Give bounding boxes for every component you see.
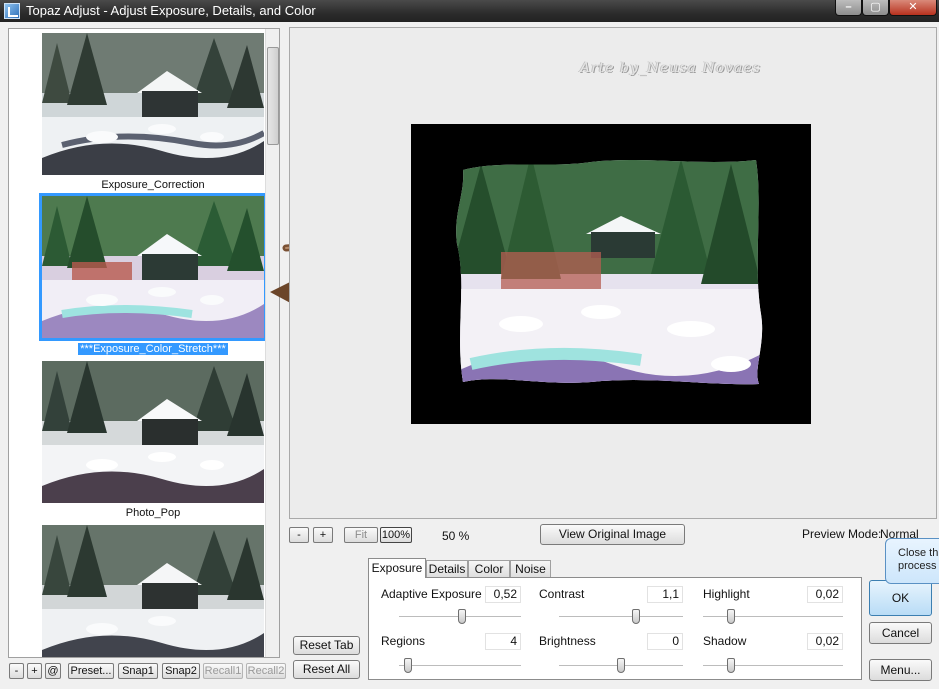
reset-tab-button[interactable]: Reset Tab xyxy=(293,636,360,655)
fit-button[interactable]: Fit xyxy=(344,527,378,543)
exposure-panel: Adaptive Exposure 0,52 Contrast 1,1 High… xyxy=(368,577,862,680)
slider-thumb[interactable] xyxy=(727,658,735,673)
remove-preset-button[interactable]: - xyxy=(9,663,24,679)
preview-photo xyxy=(411,124,811,424)
preset-label-text: Photo_Pop xyxy=(125,507,181,519)
snap1-button[interactable]: Snap1 xyxy=(118,663,158,679)
preset-label-text: Exposure_Correction xyxy=(101,179,205,191)
shadow-slider[interactable] xyxy=(703,658,843,673)
tab-exposure[interactable]: Exposure xyxy=(368,558,426,578)
adaptive-exposure-label: Adaptive Exposure xyxy=(381,587,482,601)
watermark-text: Arte by_Neusa Novaes xyxy=(580,60,761,76)
preset-label[interactable]: Exposure_Correction xyxy=(42,179,264,191)
tab-details[interactable]: Details xyxy=(426,560,468,578)
shadow-value[interactable]: 0,02 xyxy=(807,633,843,650)
contrast-value[interactable]: 1,1 xyxy=(647,586,683,603)
cancel-button[interactable]: Cancel xyxy=(869,622,932,644)
preset-thumbnail[interactable] xyxy=(42,361,264,503)
contrast-slider[interactable] xyxy=(559,609,683,624)
preview-image[interactable] xyxy=(411,124,811,424)
highlight-slider[interactable] xyxy=(703,609,843,624)
preset-thumbnail[interactable] xyxy=(42,33,264,175)
title-bar: Topaz Adjust - Adjust Exposure, Details,… xyxy=(0,0,939,22)
regions-slider[interactable] xyxy=(399,658,521,673)
brightness-value[interactable]: 0 xyxy=(647,633,683,650)
slider-track xyxy=(703,665,843,667)
preset-thumbnail-selected[interactable] xyxy=(39,193,267,341)
regions-value[interactable]: 4 xyxy=(485,633,521,650)
recall1-button[interactable]: Recall1 xyxy=(203,663,243,679)
ok-button[interactable]: OK xyxy=(869,580,932,616)
slider-thumb[interactable] xyxy=(617,658,625,673)
preset-button[interactable]: Preset... xyxy=(68,663,114,679)
at-button[interactable]: @ xyxy=(45,663,61,679)
view-original-button[interactable]: View Original Image xyxy=(540,524,685,545)
highlight-label: Highlight xyxy=(703,587,750,601)
ok-tooltip: Close th process xyxy=(885,538,939,584)
zoom-out-button[interactable]: - xyxy=(289,527,309,543)
preview-mode-label: Preview Mode: xyxy=(802,527,882,541)
slider-track xyxy=(703,616,843,618)
preset-scrollbar[interactable] xyxy=(265,29,279,657)
shadow-label: Shadow xyxy=(703,634,747,648)
highlight-value[interactable]: 0,02 xyxy=(807,586,843,603)
brightness-slider[interactable] xyxy=(559,658,683,673)
app-icon xyxy=(4,3,20,19)
zoom-in-button[interactable]: + xyxy=(313,527,333,543)
tooltip-line: process xyxy=(898,560,937,572)
preset-image xyxy=(42,196,264,338)
preset-image xyxy=(42,525,264,657)
close-button[interactable]: ✕ xyxy=(889,0,937,16)
slider-track xyxy=(559,616,683,618)
tooltip-line: Close th xyxy=(898,547,939,559)
zoom-level: 50 % xyxy=(442,529,470,543)
tab-noise[interactable]: Noise xyxy=(510,560,551,578)
reset-all-button[interactable]: Reset All xyxy=(293,660,360,679)
adaptive-exposure-slider[interactable] xyxy=(399,609,521,624)
slider-track xyxy=(399,665,521,667)
slider-thumb[interactable] xyxy=(458,609,467,624)
preset-label-text: ***Exposure_Color_Stretch*** xyxy=(78,343,228,355)
add-preset-button[interactable]: + xyxy=(27,663,42,679)
minimize-button[interactable]: – xyxy=(835,0,862,16)
snap2-button[interactable]: Snap2 xyxy=(162,663,200,679)
preset-label[interactable]: Photo_Pop xyxy=(42,507,264,519)
contrast-label: Contrast xyxy=(539,587,585,601)
preset-image xyxy=(42,33,264,175)
preset-label-selected[interactable]: ***Exposure_Color_Stretch*** xyxy=(42,343,264,355)
preset-image xyxy=(42,361,264,503)
recall2-button[interactable]: Recall2 xyxy=(246,663,286,679)
tab-color[interactable]: Color xyxy=(468,560,510,578)
menu-button[interactable]: Menu... xyxy=(869,659,932,681)
regions-label: Regions xyxy=(381,634,426,648)
maximize-button[interactable]: ▢ xyxy=(862,0,889,16)
slider-thumb[interactable] xyxy=(403,658,412,673)
zoom-100-button[interactable]: 100% xyxy=(380,527,412,543)
brightness-label: Brightness xyxy=(539,634,596,648)
window-title: Topaz Adjust - Adjust Exposure, Details,… xyxy=(26,3,316,18)
preset-list[interactable]: Exposure_Correction ***Exposure_Color_St… xyxy=(8,28,280,658)
slider-thumb[interactable] xyxy=(727,609,735,624)
scrollbar-thumb[interactable] xyxy=(267,47,279,145)
adaptive-exposure-value[interactable]: 0,52 xyxy=(485,586,521,603)
slider-thumb[interactable] xyxy=(631,609,640,624)
preset-thumbnail[interactable] xyxy=(42,525,264,657)
